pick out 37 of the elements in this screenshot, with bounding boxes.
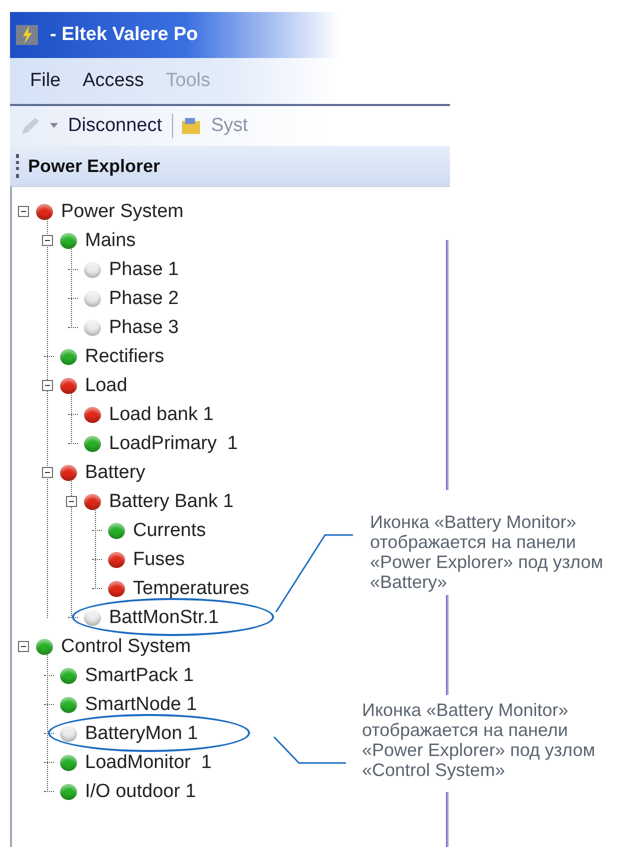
tree-item[interactable]: Phase 2 (109, 288, 179, 310)
collapse-icon[interactable] (42, 380, 52, 391)
tree-item[interactable]: Temperatures (133, 578, 250, 600)
tree-item[interactable]: Load bank 1 (109, 404, 214, 426)
collapse-icon[interactable] (18, 641, 28, 652)
collapse-icon[interactable] (42, 235, 52, 246)
tree-item[interactable]: Power System (61, 200, 184, 222)
folder-icon[interactable] (181, 117, 201, 135)
lightning-flag-icon (14, 22, 40, 48)
tree-item[interactable]: Phase 3 (109, 316, 179, 338)
panel-title: Power Explorer (28, 156, 160, 176)
tree-item[interactable]: Mains (85, 230, 136, 252)
tree-item[interactable]: Currents (133, 520, 206, 542)
window-title: - Eltek Valere Po (50, 24, 198, 46)
tree-item[interactable]: BattMonStr.1 (109, 606, 219, 628)
callout-text: Иконка «Battery Monitor» отображается на панели «Power Explorer» под узлом «Battery» (370, 512, 604, 592)
tree-item[interactable]: Battery (85, 462, 146, 484)
tree-item[interactable]: LoadPrimary 1 (109, 432, 238, 454)
menu-item[interactable]: Access (82, 70, 144, 92)
tree-item[interactable]: Phase 1 (109, 258, 179, 280)
tree-item[interactable]: SmartPack 1 (85, 664, 194, 686)
tree-item[interactable]: BatteryMon 1 (85, 722, 198, 744)
collapse-icon[interactable] (42, 467, 52, 478)
menu-item[interactable]: File (30, 70, 61, 92)
collapse-icon[interactable] (18, 206, 28, 217)
tree-item[interactable]: SmartNode 1 (85, 694, 197, 716)
tree-item[interactable]: Fuses (133, 548, 185, 570)
tree-item[interactable]: Rectifiers (85, 346, 164, 368)
dropdown-arrow-icon[interactable] (50, 123, 58, 129)
tree-item[interactable]: Load (85, 374, 128, 396)
tree-item[interactable]: I/O outdoor 1 (85, 780, 196, 802)
callout-text: Иконка «Battery Monitor» отображается на панели «Power Explorer» под узлом «Control System» (362, 700, 596, 780)
tree-item[interactable]: Control System (61, 636, 191, 658)
collapse-icon[interactable] (66, 496, 76, 507)
tree-item[interactable]: LoadMonitor 1 (85, 752, 212, 774)
disconnect-button[interactable]: Disconnect (66, 115, 164, 137)
tree-item[interactable]: Battery Bank 1 (109, 490, 234, 512)
